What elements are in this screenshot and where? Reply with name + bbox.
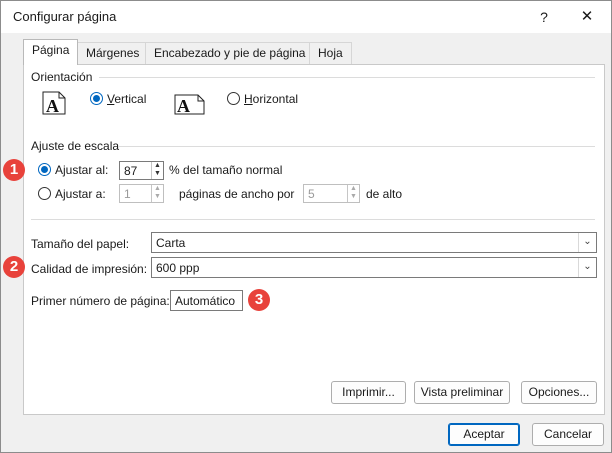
print-quality-label: Calidad de impresión: [31,262,148,276]
callout-badge-1: 1 [3,159,25,181]
fit-tall-suffix: de alto [366,187,403,201]
scaling-heading: Ajuste de escala [31,139,120,153]
print-button[interactable]: Imprimir... [331,381,406,404]
print-preview-button[interactable]: Vista preliminar [414,381,510,404]
paper-divider [31,219,595,220]
fit-to-label[interactable]: Ajustar a: [55,187,106,201]
print-quality-value[interactable]: 600 ppp [156,261,199,275]
options-button[interactable]: Opciones... [521,381,597,404]
first-page-number-input[interactable]: Automático [170,290,243,311]
adjust-to-spinner[interactable]: 87 ▲ ▼ [119,161,164,180]
fit-tall-spinner[interactable]: 5 ▲ ▼ [303,184,360,203]
scaling-divider [119,146,595,147]
cancel-button[interactable]: Cancelar [532,423,604,446]
horizontal-label[interactable]: Horizontal [244,92,298,106]
spin-down-icon[interactable]: ▼ [152,170,163,178]
first-page-number-label: Primer número de página: [31,294,170,308]
paper-size-select[interactable]: Carta ⌄ [151,232,597,253]
tab-pagina[interactable]: Página [23,39,79,65]
fit-wide-value[interactable]: 1 [124,187,131,201]
landscape-page-icon: A [174,94,205,115]
spin-up-icon[interactable]: ▲ [152,162,163,170]
fit-tall-value[interactable]: 5 [308,187,315,201]
orientation-divider [99,77,595,78]
dialog-title: Configurar página [13,9,117,24]
fit-wide-spinner[interactable]: 1 ▲ ▼ [119,184,164,203]
fit-wide-spin-arrows[interactable]: ▲ ▼ [151,185,163,202]
title-bar: Configurar página ? ✕ [1,1,611,33]
spin-up-icon[interactable]: ▲ [152,185,163,193]
adjust-to-value[interactable]: 87 [124,164,137,178]
paper-size-value[interactable]: Carta [156,236,185,250]
chevron-down-icon[interactable]: ⌄ [578,233,596,252]
adjust-to-radio[interactable] [38,163,51,176]
ok-button[interactable]: Aceptar [448,423,520,446]
horizontal-label-rest: orizontal [252,92,299,106]
vertical-label[interactable]: Vertical [107,92,146,106]
spin-down-icon[interactable]: ▼ [348,193,359,201]
vertical-radio[interactable] [90,92,103,105]
horizontal-radio[interactable] [227,92,240,105]
fit-wide-suffix: páginas de ancho por [179,187,295,201]
chevron-down-icon[interactable]: ⌄ [578,258,596,277]
adjust-to-label[interactable]: Ajustar al: [55,163,108,177]
portrait-icon-letter: A [46,96,59,115]
print-quality-select[interactable]: 600 ppp ⌄ [151,257,597,278]
paper-size-label: Tamaño del papel: [31,237,130,251]
adjust-to-suffix: % del tamaño normal [169,163,283,177]
landscape-icon-letter: A [177,96,190,115]
fit-to-radio[interactable] [38,187,51,200]
spin-up-icon[interactable]: ▲ [348,185,359,193]
adjust-to-spin-arrows[interactable]: ▲ ▼ [151,162,163,179]
tab-margenes[interactable]: Márgenes [77,42,149,64]
orientation-heading: Orientación [31,70,93,84]
callout-badge-3: 3 [248,289,270,311]
help-button[interactable]: ? [533,6,555,28]
spin-down-icon[interactable]: ▼ [152,193,163,201]
tab-encabezado-pie[interactable]: Encabezado y pie de página [145,42,315,64]
tab-hoja[interactable]: Hoja [309,42,352,64]
vertical-label-rest: ertical [114,92,147,106]
close-button[interactable]: ✕ [575,6,599,28]
fit-tall-spin-arrows[interactable]: ▲ ▼ [347,185,359,202]
portrait-page-icon: A [42,91,66,115]
callout-badge-2: 2 [3,256,25,278]
page-setup-dialog: Configurar página ? ✕ Página Márgenes En… [0,0,612,453]
